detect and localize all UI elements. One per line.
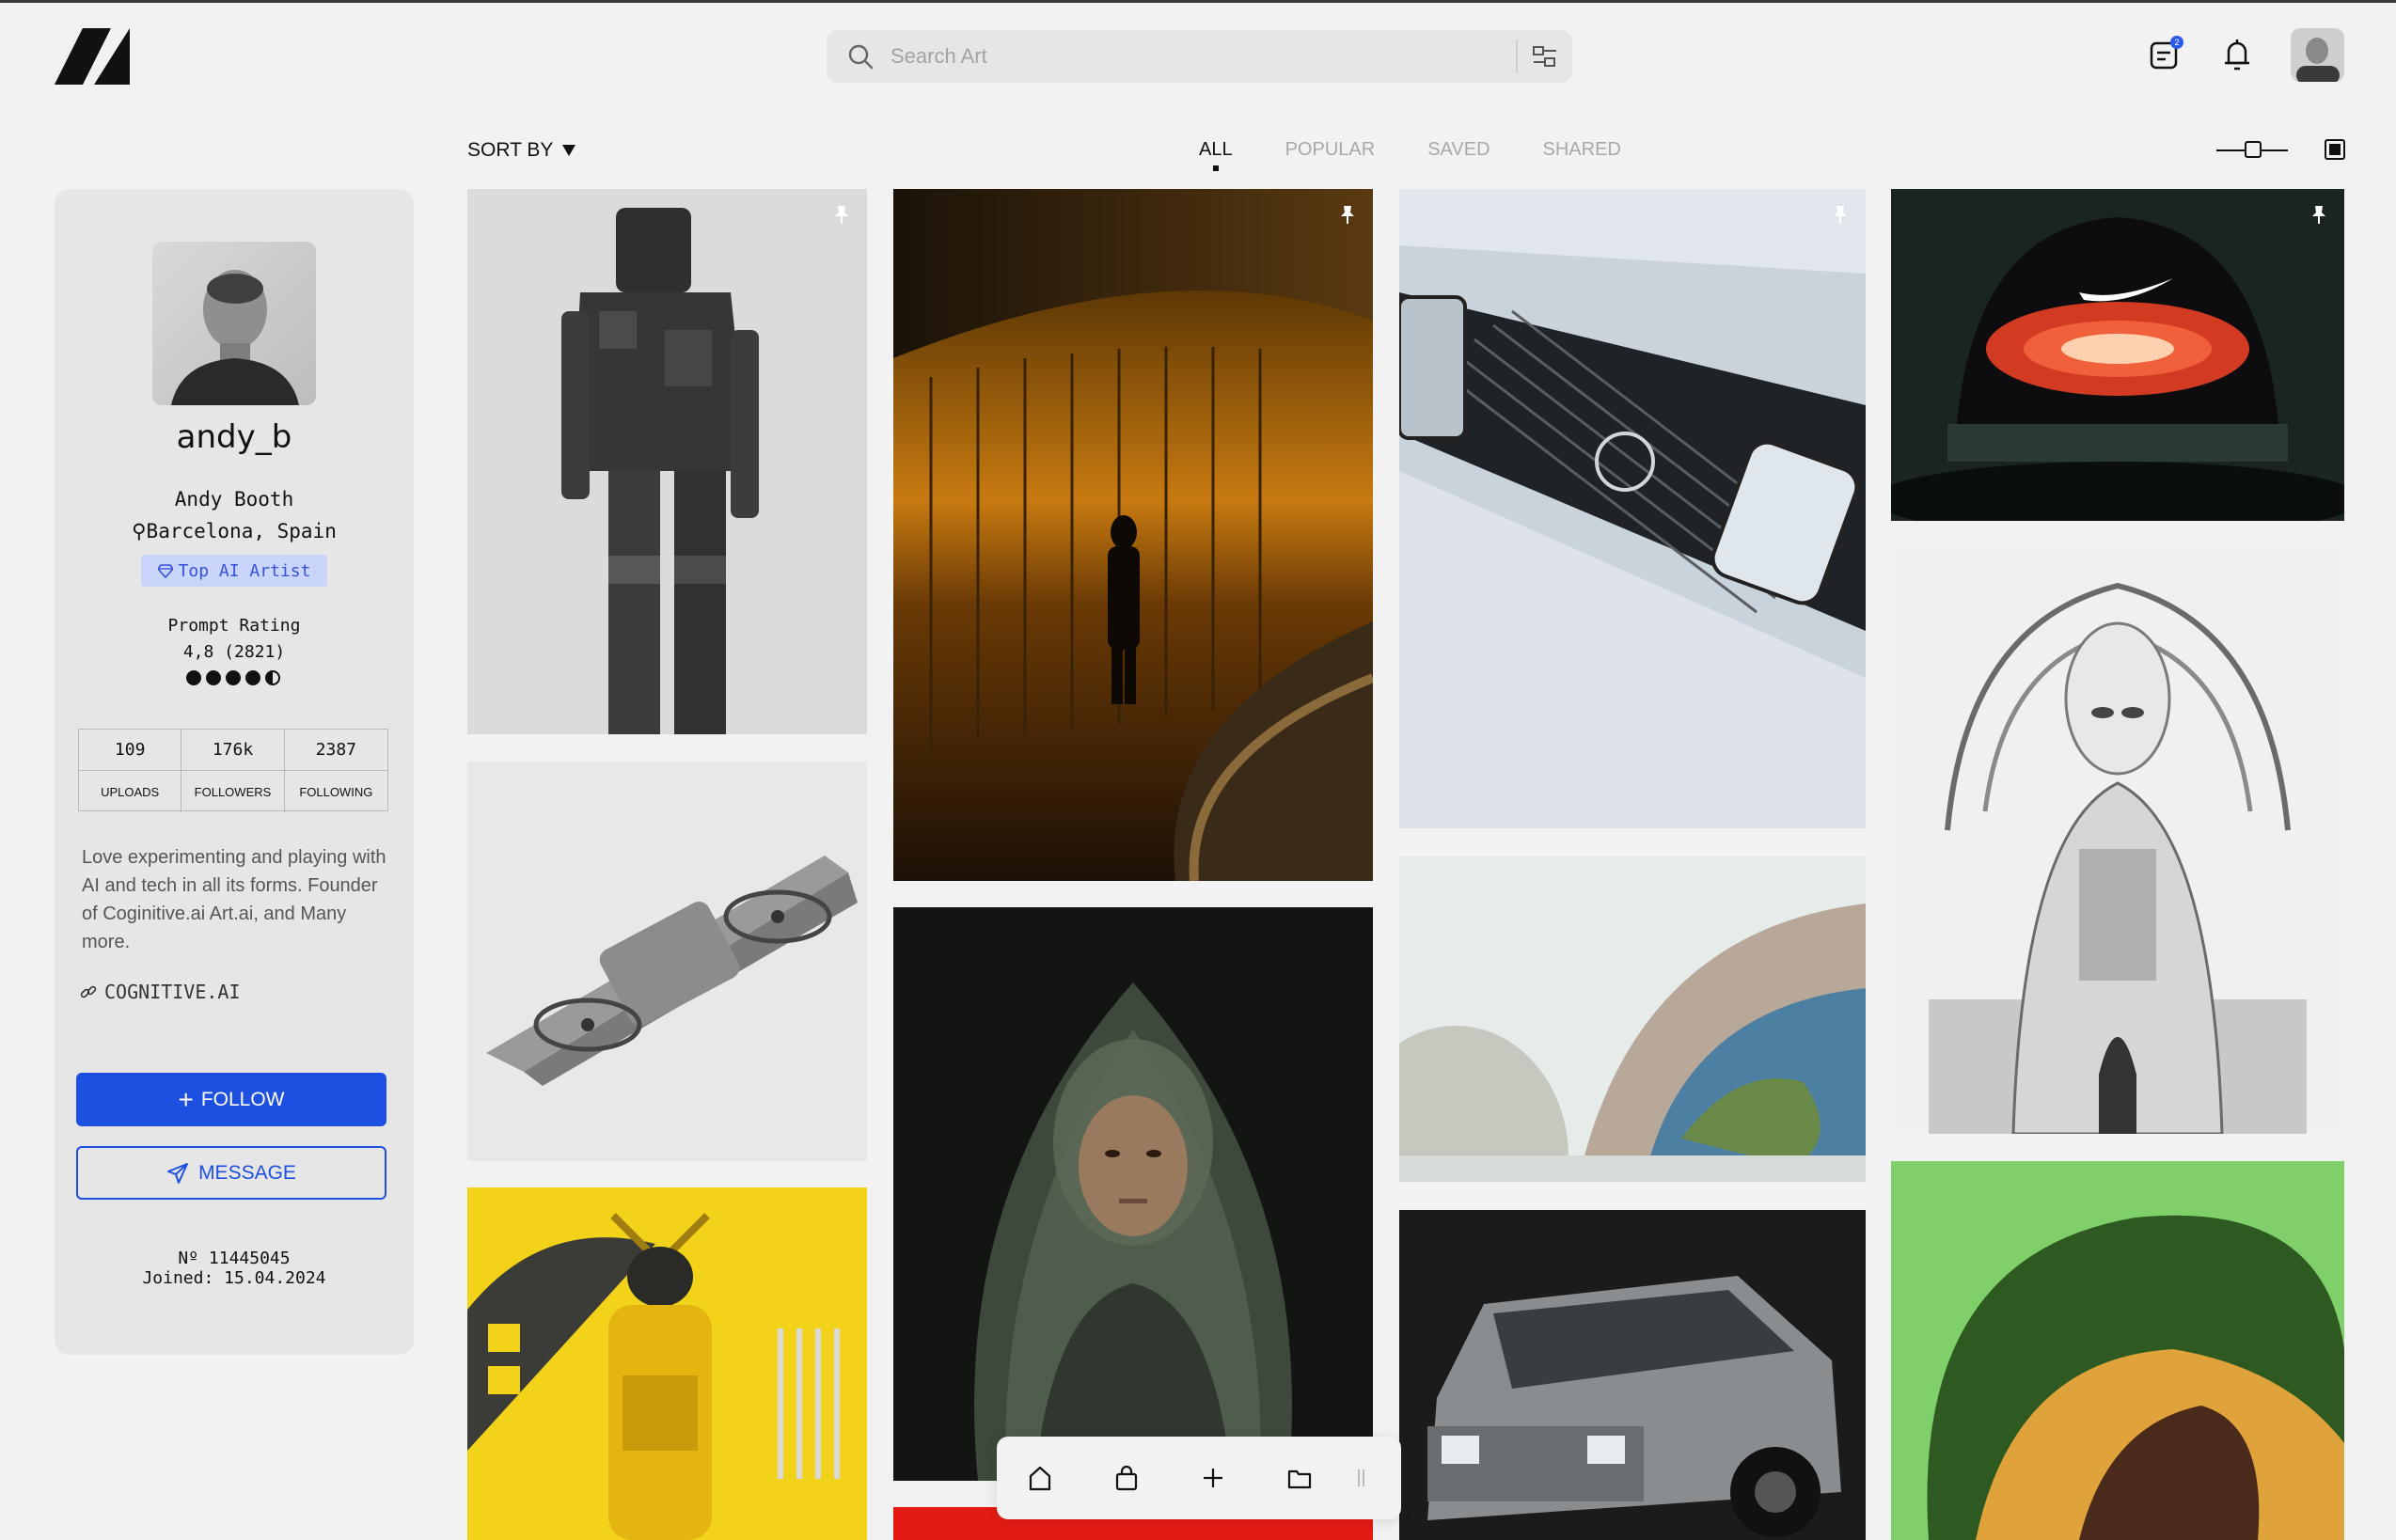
profile-name: Andy Booth <box>174 488 294 511</box>
diamond-icon <box>157 564 173 578</box>
add-icon[interactable] <box>1170 1437 1256 1519</box>
messages-badge: 2 <box>2170 36 2183 49</box>
cyborg-image[interactable] <box>1891 548 2344 1134</box>
caret-down-icon <box>562 145 576 156</box>
rating-dot-icon <box>206 670 221 685</box>
profile-location: ⚲Barcelona, Spain <box>55 520 414 542</box>
drag-handle[interactable] <box>1343 1437 1380 1519</box>
pin-icon[interactable] <box>1830 204 1851 225</box>
rating-stars <box>186 670 280 685</box>
tab-all[interactable]: ALL <box>1199 139 1233 171</box>
profile-bio: Love experimenting and playing with AI a… <box>82 847 386 952</box>
rating-dot-icon <box>186 670 201 685</box>
message-label: MESSAGE <box>198 1161 296 1184</box>
messages-icon[interactable]: 2 <box>2144 34 2185 75</box>
tab-popular[interactable]: POPULAR <box>1285 139 1376 161</box>
astronaut-woman-image[interactable] <box>893 907 1373 1481</box>
rating-half-dot-icon <box>265 670 280 685</box>
top-artist-badge: Top AI Artist <box>141 555 327 587</box>
filter-tabs: ALL POPULAR SAVED SHARED <box>1199 139 1674 171</box>
badge-label: Top AI Artist <box>178 560 311 581</box>
sort-by-label: SORT BY <box>467 139 554 161</box>
filter-icon[interactable] <box>1518 30 1572 83</box>
profile-link[interactable]: COGNITIVE.AI <box>80 981 241 1003</box>
tab-shared[interactable]: SHARED <box>1543 139 1621 161</box>
pin-icon[interactable] <box>2309 204 2329 225</box>
message-button[interactable]: MESSAGE <box>76 1146 386 1200</box>
zoom-slider[interactable] <box>2216 140 2288 161</box>
tab-saved[interactable]: SAVED <box>1427 139 1490 161</box>
profile-photo <box>152 242 316 405</box>
home-icon[interactable] <box>997 1437 1083 1519</box>
avatar[interactable] <box>2291 28 2344 82</box>
nike-dome-image[interactable] <box>1891 189 2344 521</box>
pin-icon[interactable] <box>831 204 852 225</box>
dome-earth-image[interactable] <box>1399 856 1866 1182</box>
sort-by-dropdown[interactable]: SORT BY <box>467 139 576 162</box>
profile-link-label[interactable]: COGNITIVE.AI <box>104 981 241 1003</box>
samurai-image[interactable] <box>467 1187 867 1540</box>
followers-label: FOLLOWERS <box>181 771 285 812</box>
shop-icon[interactable] <box>1083 1437 1170 1519</box>
rating-dot-icon <box>245 670 260 685</box>
following-count[interactable]: 2387 <box>284 730 387 771</box>
window-top-border <box>0 0 2396 3</box>
uploads-count[interactable]: 109 <box>79 730 182 771</box>
follow-button[interactable]: + FOLLOW <box>76 1073 386 1126</box>
profile-stats: 109 176k 2387 UPLOADS FOLLOWERS FOLLOWIN… <box>78 729 388 812</box>
rating-value: 4,8 (2821) <box>182 642 286 662</box>
grid-view-icon[interactable] <box>2325 139 2345 160</box>
uploads-label: UPLOADS <box>79 771 182 812</box>
profile-username: andy_b <box>176 418 292 456</box>
slider-knob[interactable] <box>2245 141 2262 158</box>
location-pin-icon: ⚲ <box>132 520 147 542</box>
member-number: Nº 11445045 <box>178 1249 291 1268</box>
search-bar[interactable]: Search Art <box>827 30 1572 83</box>
corridor-image[interactable] <box>893 189 1373 881</box>
robot-image[interactable] <box>467 189 867 734</box>
link-icon <box>80 985 97 998</box>
following-label: FOLLOWING <box>299 784 373 799</box>
search-input[interactable]: Search Art <box>891 44 1516 69</box>
search-icon <box>845 41 875 71</box>
send-icon <box>167 1162 189 1184</box>
plus-icon: + <box>178 1084 194 1114</box>
hat-portrait-image[interactable] <box>1891 1161 2344 1540</box>
bell-icon[interactable] <box>2216 34 2258 75</box>
followers-count[interactable]: 176k <box>181 730 285 771</box>
logo-icon[interactable] <box>55 28 130 85</box>
folder-icon[interactable] <box>1256 1437 1343 1519</box>
profile-card: andy_b Andy Booth ⚲Barcelona, Spain Top … <box>55 189 414 1355</box>
pin-icon[interactable] <box>1337 204 1358 225</box>
follow-label: FOLLOW <box>200 1088 285 1110</box>
car-panel-image[interactable] <box>1399 189 1866 828</box>
suv-image[interactable] <box>1399 1210 1866 1540</box>
bottom-dock <box>997 1437 1401 1519</box>
profile-location-text: Barcelona, Spain <box>146 520 337 542</box>
rating-dot-icon <box>226 670 241 685</box>
joined-date: Joined: 15.04.2024 <box>142 1268 326 1288</box>
rating-label: Prompt Rating <box>167 616 301 636</box>
drone-image[interactable] <box>467 762 867 1161</box>
